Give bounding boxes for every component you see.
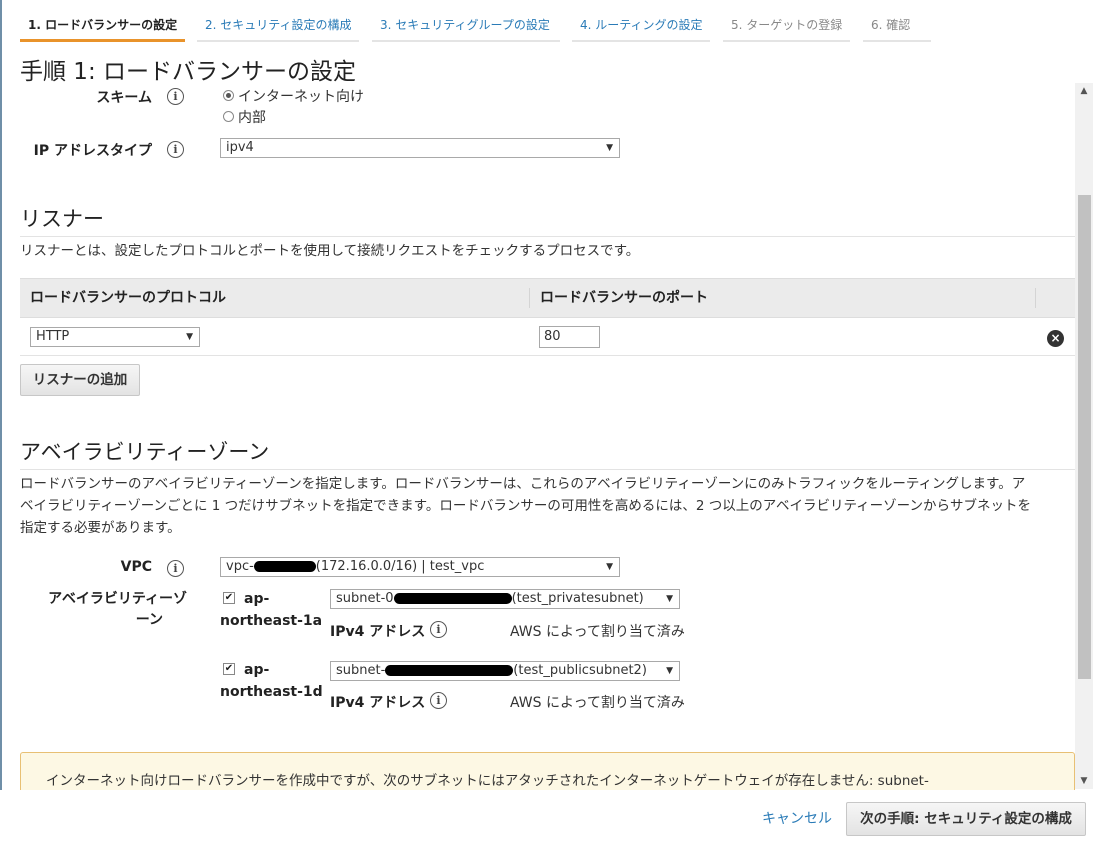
chevron-down-icon: ▼ bbox=[606, 562, 613, 572]
port-column-header: ロードバランサーのポート bbox=[540, 290, 708, 306]
az-description-line: 指定する必要があります。 bbox=[20, 520, 181, 536]
az-label-line: ーン bbox=[135, 612, 163, 628]
scheme-option-internet[interactable]: インターネット向け bbox=[223, 86, 364, 106]
az-description-line: ベイラビリティーゾーンごとに 1 つだけサブネットを指定できます。ロードバランサ… bbox=[20, 498, 1031, 514]
scroll-thumb[interactable] bbox=[1078, 195, 1091, 679]
scheme-option-internet-label: インターネット向け bbox=[238, 89, 364, 105]
subnet-prefix: subnet- bbox=[336, 663, 386, 678]
content-scrollbar[interactable]: ▲ ▼ bbox=[1075, 83, 1093, 789]
window-left-edge bbox=[0, 0, 2, 842]
step-tab-5: 5. ターゲットの登録 bbox=[723, 10, 850, 42]
wizard-footer: キャンセル 次の手順: セキュリティ設定の構成 bbox=[0, 790, 1097, 842]
chevron-down-icon: ▼ bbox=[666, 594, 673, 604]
step-tab-4[interactable]: 4. ルーティングの設定 bbox=[572, 10, 710, 42]
ip-type-label: IP アドレスタイプ bbox=[33, 143, 152, 159]
scroll-up-icon[interactable]: ▲ bbox=[1075, 83, 1093, 99]
vpc-suffix: (172.16.0.0/16) | test_vpc bbox=[315, 559, 485, 574]
az-1d-name: ap- northeast-1d bbox=[220, 659, 323, 703]
scheme-info-icon[interactable]: i bbox=[167, 88, 184, 105]
subnet-suffix: (test_publicsubnet2) bbox=[513, 663, 647, 678]
listeners-divider bbox=[20, 236, 1075, 237]
ip-type-info-icon[interactable]: i bbox=[167, 141, 184, 158]
ipv4-label: IPv4 アドレス bbox=[330, 624, 426, 640]
scheme-option-internal-label: 内部 bbox=[238, 110, 266, 126]
vpc-select[interactable]: vpc- (172.16.0.0/16) | test_vpc ▼ bbox=[220, 557, 620, 577]
ipv4-value: AWS によって割り当て済み bbox=[510, 695, 685, 711]
az-name-line: ap- bbox=[244, 662, 270, 678]
redacted-mark bbox=[393, 593, 512, 604]
az-title: アベイラビリティーゾーン bbox=[20, 440, 270, 464]
step-tab-6: 6. 確認 bbox=[863, 10, 931, 42]
column-separator bbox=[1035, 288, 1036, 308]
igw-warning-text: インターネット向けロードバランサーを作成中ですが、次のサブネットにはアタッチされ… bbox=[46, 773, 929, 789]
vpc-label: VPC bbox=[120, 559, 152, 575]
listeners-description: リスナーとは、設定したプロトコルとポートを使用して接続リクエストをチェックするプ… bbox=[20, 243, 640, 259]
protocol-select[interactable]: HTTP ▼ bbox=[30, 327, 200, 347]
listeners-table-header: ロードバランサーのプロトコル ロードバランサーのポート bbox=[20, 278, 1075, 318]
radio-unselected-icon[interactable] bbox=[223, 110, 234, 122]
subnet-suffix: (test_privatesubnet) bbox=[511, 591, 644, 606]
az-1a-name: ap- northeast-1a bbox=[220, 588, 322, 632]
redacted-mark bbox=[385, 665, 514, 676]
az-description: ロードバランサーのアベイラビリティーゾーンを指定します。ロードバランサーは、これ… bbox=[20, 473, 1031, 539]
az-name-line: ap- bbox=[244, 591, 270, 607]
radio-selected-icon[interactable] bbox=[223, 89, 234, 101]
az-description-line: ロードバランサーのアベイラビリティーゾーンを指定します。ロードバランサーは、これ… bbox=[20, 476, 1026, 492]
ip-type-select[interactable]: ipv4 ▼ bbox=[220, 138, 620, 158]
ip-type-value: ipv4 bbox=[226, 140, 254, 155]
az-label-line: アベイラビリティーゾ bbox=[48, 591, 187, 607]
port-input[interactable]: 80 bbox=[539, 326, 600, 348]
ipv4-label: IPv4 アドレス bbox=[330, 695, 426, 711]
az-divider bbox=[20, 469, 1075, 470]
chevron-down-icon: ▼ bbox=[186, 332, 193, 342]
subnet-1d-select[interactable]: subnet- (test_publicsubnet2) ▼ bbox=[330, 661, 680, 681]
scheme-label: スキーム bbox=[96, 90, 152, 106]
chevron-down-icon: ▼ bbox=[606, 143, 613, 153]
step-tab-2[interactable]: 2. セキュリティ設定の構成 bbox=[197, 10, 359, 42]
ipv4-value: AWS によって割り当て済み bbox=[510, 624, 685, 640]
next-step-button[interactable]: 次の手順: セキュリティ設定の構成 bbox=[846, 802, 1086, 836]
scroll-down-icon[interactable]: ▼ bbox=[1075, 773, 1093, 789]
subnet-1a-select[interactable]: subnet-0 (test_privatesubnet) ▼ bbox=[330, 589, 680, 609]
listeners-title: リスナー bbox=[20, 207, 104, 231]
page-title: 手順 1: ロードバランサーの設定 bbox=[20, 59, 357, 85]
protocol-value: HTTP bbox=[36, 329, 70, 344]
subnet-prefix: subnet-0 bbox=[336, 591, 394, 606]
step-tab-1[interactable]: 1. ロードバランサーの設定 bbox=[20, 10, 185, 42]
cancel-link[interactable]: キャンセル bbox=[762, 808, 832, 828]
redacted-mark bbox=[253, 561, 316, 572]
vpc-prefix: vpc- bbox=[226, 559, 254, 574]
vpc-info-icon[interactable]: i bbox=[167, 560, 184, 577]
step-tab-3[interactable]: 3. セキュリティグループの設定 bbox=[372, 10, 560, 42]
remove-listener-icon[interactable]: × bbox=[1047, 330, 1064, 347]
scheme-option-internal[interactable]: 内部 bbox=[223, 107, 266, 127]
az-name-line: northeast-1a bbox=[220, 613, 323, 629]
ipv4-info-icon[interactable]: i bbox=[430, 621, 447, 638]
column-separator bbox=[529, 288, 530, 308]
chevron-down-icon: ▼ bbox=[666, 666, 673, 676]
ipv4-info-icon[interactable]: i bbox=[430, 692, 447, 709]
protocol-column-header: ロードバランサーのプロトコル bbox=[30, 290, 226, 306]
listener-row-divider bbox=[20, 355, 1075, 356]
az-name-line: northeast-1d bbox=[220, 684, 323, 700]
az-label: アベイラビリティーゾ ーン bbox=[48, 589, 187, 631]
add-listener-button[interactable]: リスナーの追加 bbox=[20, 364, 140, 396]
